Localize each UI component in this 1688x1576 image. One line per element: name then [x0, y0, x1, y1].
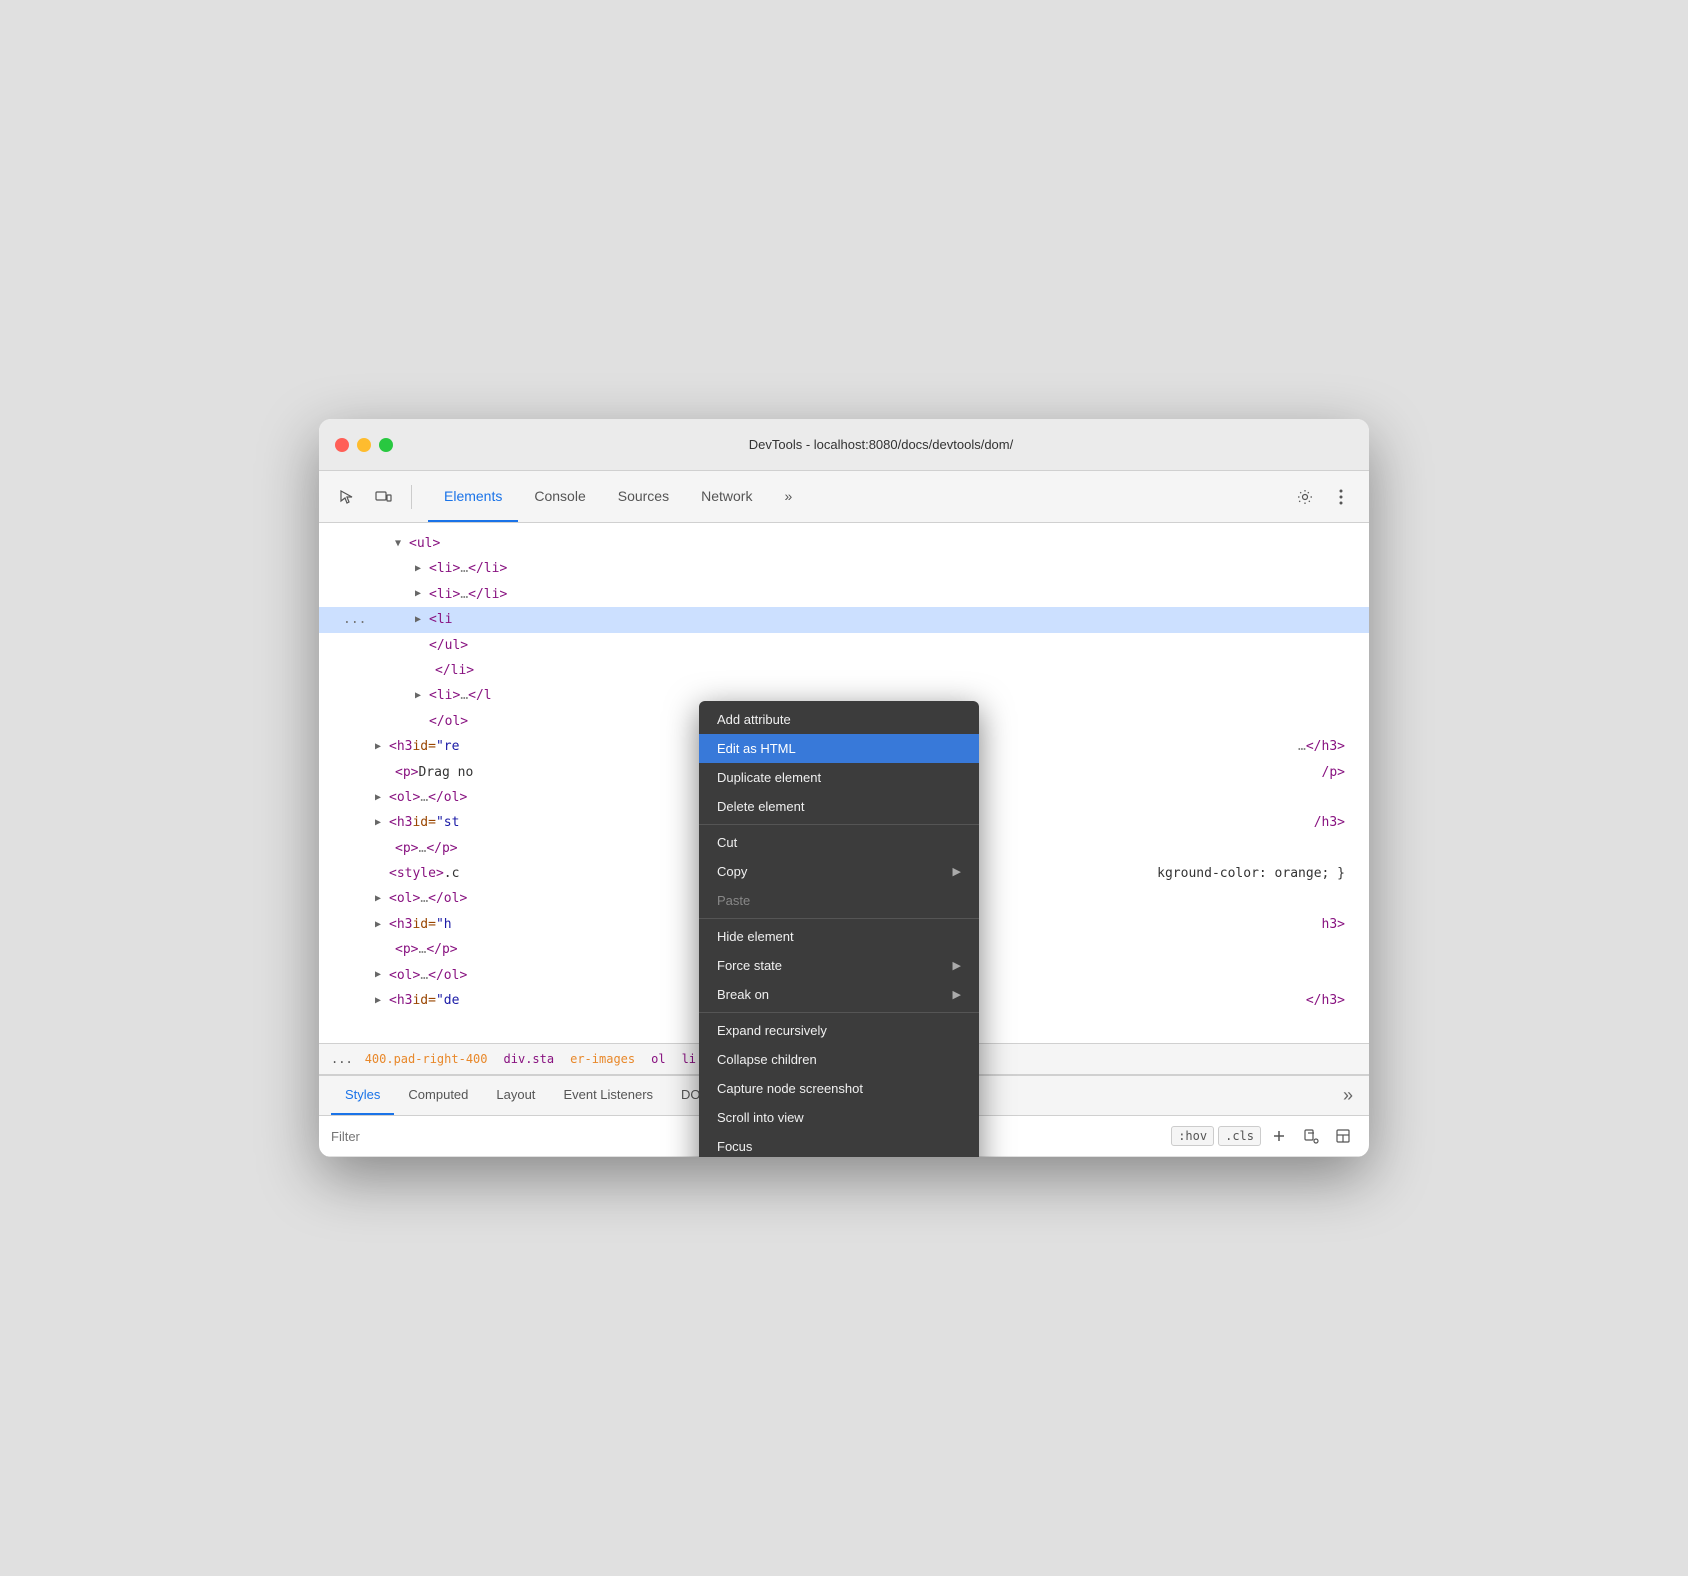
breadcrumb-dots[interactable]: ...: [331, 1052, 353, 1066]
settings-button[interactable]: [1289, 481, 1321, 513]
layout-icon: [1335, 1128, 1351, 1144]
breadcrumb-item[interactable]: 400.pad-right-400: [361, 1050, 492, 1068]
expand-triangle[interactable]: ▼: [395, 535, 409, 553]
expand-triangle[interactable]: ▶: [375, 738, 389, 756]
minimize-button[interactable]: [357, 438, 371, 452]
tab-event-listeners[interactable]: Event Listeners: [549, 1076, 667, 1115]
traffic-lights: [335, 438, 393, 452]
breadcrumb-item[interactable]: er-images: [566, 1050, 639, 1068]
submenu-arrow: ▶: [953, 988, 961, 1001]
tab-more[interactable]: »: [768, 471, 808, 522]
new-style-rule-button[interactable]: [1297, 1122, 1325, 1150]
expand-triangle[interactable]: ▶: [375, 916, 389, 934]
tab-elements[interactable]: Elements: [428, 471, 518, 522]
breadcrumb-item[interactable]: ol: [647, 1050, 669, 1068]
ctx-scroll-into-view[interactable]: Scroll into view: [699, 1103, 979, 1132]
filter-buttons: :hov .cls: [1171, 1122, 1357, 1150]
ctx-focus[interactable]: Focus: [699, 1132, 979, 1157]
tab-styles[interactable]: Styles: [331, 1076, 394, 1115]
ctx-separator-1: [699, 824, 979, 825]
tab-sources[interactable]: Sources: [602, 471, 685, 522]
ctx-capture-node-screenshot[interactable]: Capture node screenshot: [699, 1074, 979, 1103]
hov-button[interactable]: :hov: [1171, 1126, 1214, 1146]
expand-triangle[interactable]: ▶: [375, 966, 389, 984]
dom-line[interactable]: ▶ <li>…</li>: [319, 556, 1369, 581]
dom-line[interactable]: ▼ <ul>: [319, 531, 1369, 556]
toggle-classes-button[interactable]: [1329, 1122, 1357, 1150]
devtools-window: DevTools - localhost:8080/docs/devtools/…: [319, 419, 1369, 1157]
ctx-force-state[interactable]: Force state ▶: [699, 951, 979, 980]
dom-line[interactable]: </ul>: [319, 633, 1369, 658]
ctx-delete-element[interactable]: Delete element: [699, 792, 979, 821]
ellipsis-vertical-icon: [1339, 489, 1343, 505]
close-button[interactable]: [335, 438, 349, 452]
add-style-rule-button[interactable]: [1265, 1122, 1293, 1150]
ctx-separator-2: [699, 918, 979, 919]
context-menu: Add attribute Edit as HTML Duplicate ele…: [699, 701, 979, 1157]
expand-triangle[interactable]: ▶: [375, 992, 389, 1010]
dom-line-selected[interactable]: ... ▶ <li: [319, 607, 1369, 632]
ctx-expand-recursively[interactable]: Expand recursively: [699, 1016, 979, 1045]
ctx-edit-as-html[interactable]: Edit as HTML: [699, 734, 979, 763]
dom-line[interactable]: </li>: [319, 658, 1369, 683]
expand-triangle[interactable]: ▶: [415, 611, 429, 629]
ctx-cut[interactable]: Cut: [699, 828, 979, 857]
ctx-add-attribute[interactable]: Add attribute: [699, 705, 979, 734]
ctx-separator-3: [699, 1012, 979, 1013]
ctx-break-on[interactable]: Break on ▶: [699, 980, 979, 1009]
toolbar-right: [1289, 481, 1357, 513]
maximize-button[interactable]: [379, 438, 393, 452]
more-options-button[interactable]: [1325, 481, 1357, 513]
main-content: ▼ <ul> ▶ <li>…</li> ▶ <li>…</li> ... ▶ <…: [319, 523, 1369, 1075]
cursor-icon: [338, 488, 356, 506]
tab-console[interactable]: Console: [518, 471, 601, 522]
ctx-hide-element[interactable]: Hide element: [699, 922, 979, 951]
expand-triangle[interactable]: ▶: [375, 814, 389, 832]
gear-icon: [1296, 488, 1314, 506]
toolbar-tabs: Elements Console Sources Network »: [428, 471, 808, 522]
inspect-element-button[interactable]: [331, 481, 363, 513]
ctx-paste: Paste: [699, 886, 979, 915]
titlebar: DevTools - localhost:8080/docs/devtools/…: [319, 419, 1369, 471]
device-icon: [374, 488, 392, 506]
paint-bucket-icon: [1303, 1128, 1319, 1144]
expand-triangle[interactable]: ▶: [375, 890, 389, 908]
tab-network[interactable]: Network: [685, 471, 768, 522]
breadcrumb-item[interactable]: li: [678, 1050, 700, 1068]
expand-triangle[interactable]: ▶: [375, 789, 389, 807]
expand-triangle[interactable]: ▶: [415, 560, 429, 578]
expand-triangle[interactable]: ▶: [415, 687, 429, 705]
ctx-collapse-children[interactable]: Collapse children: [699, 1045, 979, 1074]
ctx-duplicate-element[interactable]: Duplicate element: [699, 763, 979, 792]
ctx-copy[interactable]: Copy ▶: [699, 857, 979, 886]
tab-computed[interactable]: Computed: [394, 1076, 482, 1115]
window-title: DevTools - localhost:8080/docs/devtools/…: [409, 437, 1353, 452]
breadcrumb-item[interactable]: div.sta: [500, 1050, 559, 1068]
tab-more-button[interactable]: »: [1339, 1076, 1357, 1115]
device-toggle-button[interactable]: [367, 481, 399, 513]
dom-line[interactable]: ▶ <li>…</li>: [319, 582, 1369, 607]
plus-icon: [1272, 1129, 1286, 1143]
tab-layout[interactable]: Layout: [482, 1076, 549, 1115]
expand-triangle[interactable]: ▶: [415, 585, 429, 603]
cls-button[interactable]: .cls: [1218, 1126, 1261, 1146]
toolbar-divider: [411, 485, 412, 509]
toolbar: Elements Console Sources Network »: [319, 471, 1369, 523]
submenu-arrow: ▶: [953, 865, 961, 878]
submenu-arrow: ▶: [953, 959, 961, 972]
